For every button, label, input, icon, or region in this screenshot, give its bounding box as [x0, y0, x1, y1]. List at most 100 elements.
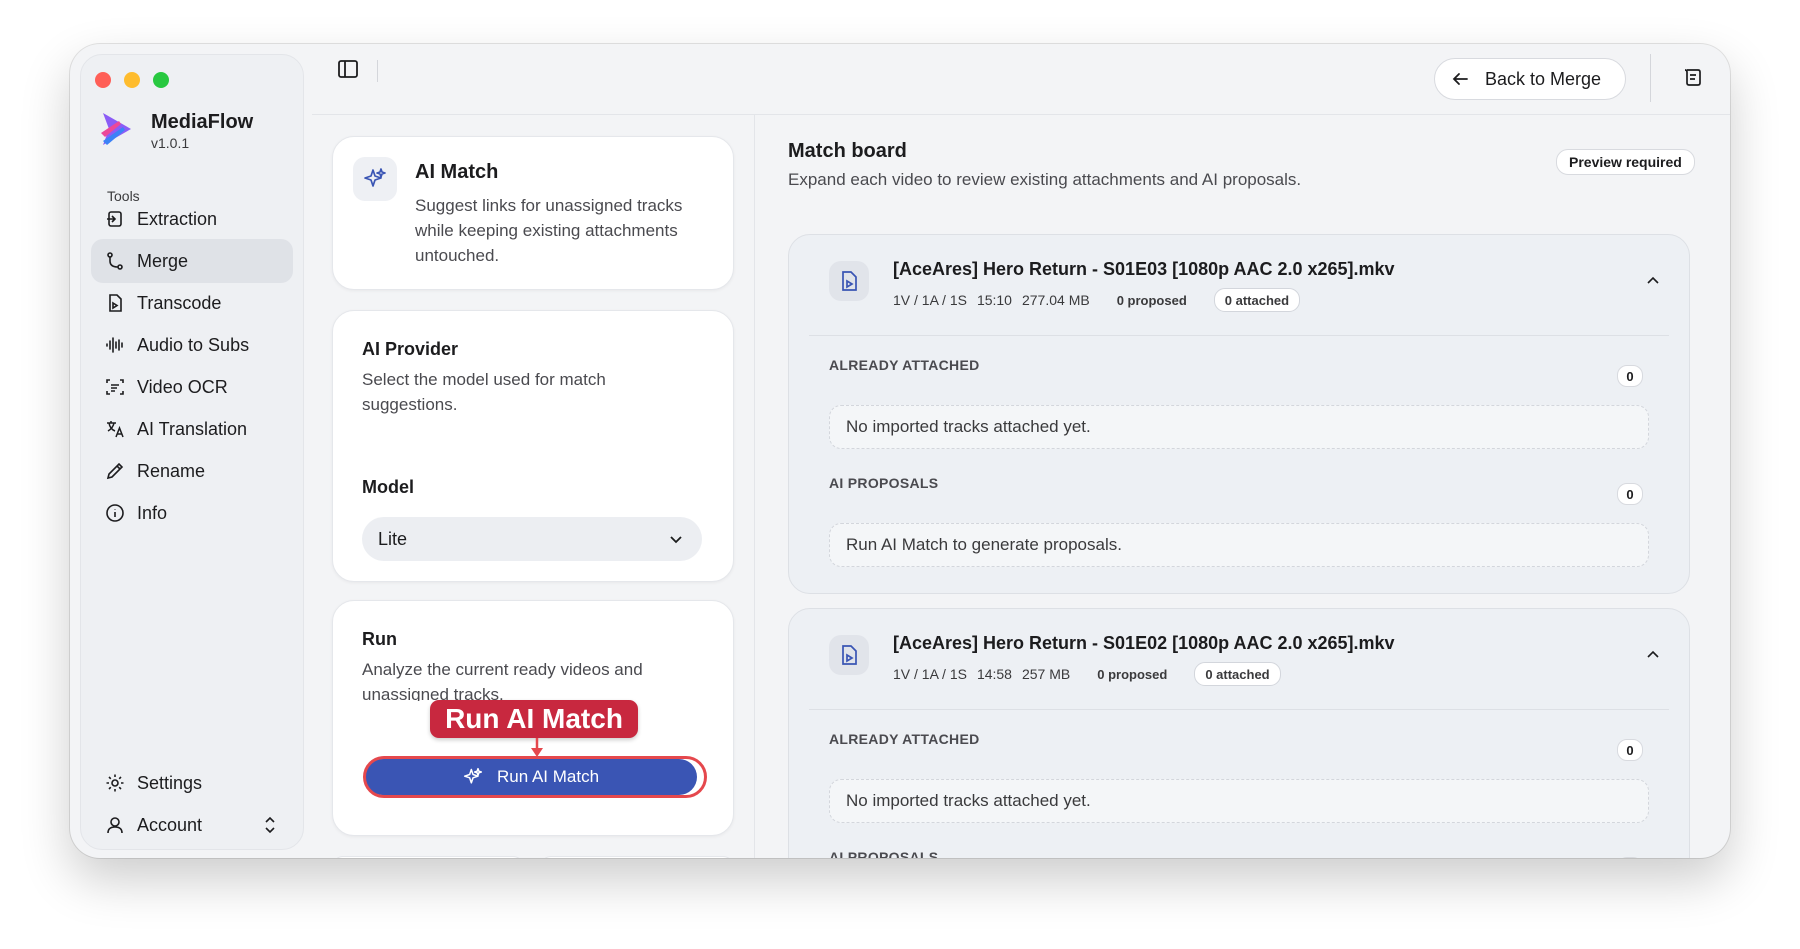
video-filename: [AceAres] Hero Return - S01E03 [1080p AA…: [893, 259, 1395, 279]
callout-label: Run AI Match: [430, 700, 638, 738]
card-stub: [332, 856, 524, 858]
sidebar-item-label: Extraction: [137, 208, 218, 229]
sidebar-item-transcode[interactable]: Transcode: [91, 281, 293, 325]
ai-proposals-label: AI PROPOSALS: [829, 475, 939, 491]
sidebar-item-label: Settings: [137, 772, 203, 793]
ocr-icon: [105, 377, 125, 397]
model-select[interactable]: Lite: [362, 517, 702, 561]
run-description: Analyze the current ready videos and una…: [362, 660, 643, 701]
header-divider: [312, 114, 1730, 115]
video-card: [AceAres] Hero Return - S01E02 [1080p AA…: [788, 608, 1690, 858]
run-button-label: Run AI Match: [496, 767, 600, 786]
ai-proposals-label: AI PROPOSALS: [829, 849, 939, 858]
sidebar-item-label: Account: [137, 814, 203, 835]
sidebar-toggle-icon[interactable]: [336, 58, 360, 80]
attached-empty-state: No imported tracks attached yet.: [829, 405, 1649, 449]
panel-divider: [754, 114, 755, 858]
ai-match-card: AI Match Suggest links for unassigned tr…: [332, 136, 734, 290]
arrow-left-icon: [1452, 73, 1468, 85]
already-attached-label: ALREADY ATTACHED: [829, 357, 980, 373]
ai-provider-title: AI Provider: [362, 339, 459, 359]
sidebar-item-merge[interactable]: Merge: [91, 239, 293, 283]
sidebar-item-label: Audio to Subs: [137, 334, 250, 355]
video-card: [AceAres] Hero Return - S01E03 [1080p AA…: [788, 234, 1690, 594]
video-card-divider: [809, 709, 1669, 710]
video-tracks: 1V / 1A / 1S: [893, 292, 967, 308]
sidebar-item-settings[interactable]: Settings: [91, 761, 293, 805]
proposals-count-badge: 0: [1617, 483, 1643, 505]
gear-icon: [105, 773, 125, 793]
sidebar: MediaFlow v1.0.1 Tools Extraction Merge …: [80, 54, 304, 850]
log-scroll-icon[interactable]: [1682, 66, 1704, 88]
proposals-empty-state: Run AI Match to generate proposals.: [829, 523, 1649, 567]
attached-badge: 0 attached: [1194, 662, 1281, 686]
sidebar-item-ai-translation[interactable]: AI Translation: [91, 407, 293, 451]
video-card-divider: [809, 335, 1669, 336]
sidebar-item-rename[interactable]: Rename: [91, 449, 293, 493]
run-ai-match-button[interactable]: Run AI Match: [365, 759, 697, 795]
sidebar-item-label: Transcode: [137, 292, 222, 313]
chevron-down-icon: [670, 536, 682, 544]
sidebar-item-label: Video OCR: [137, 376, 228, 397]
back-to-merge-button[interactable]: Back to Merge: [1434, 58, 1626, 100]
match-board-description: Expand each video to review existing att…: [788, 170, 1302, 189]
info-icon: [105, 503, 125, 523]
zoom-window-button[interactable]: [153, 72, 169, 88]
user-icon: [105, 815, 125, 835]
sidebar-item-account[interactable]: Account: [91, 803, 293, 847]
topbar-divider: [377, 60, 378, 82]
sidebar-item-label: AI Translation: [137, 418, 248, 439]
close-window-button[interactable]: [95, 72, 111, 88]
extraction-icon: [105, 209, 125, 229]
video-size: 277.04 MB: [1021, 292, 1090, 308]
callout-arrow-icon: [531, 738, 543, 757]
video-tracks: 1V / 1A / 1S: [893, 666, 967, 682]
ai-provider-description: Select the model used for match suggesti…: [362, 370, 606, 414]
empty-state-text: No imported tracks attached yet.: [846, 417, 1091, 436]
card-stub: [540, 856, 734, 858]
app-window: MediaFlow v1.0.1 Tools Extraction Merge …: [70, 44, 1730, 858]
empty-state-text: Run AI Match to generate proposals.: [846, 535, 1122, 554]
sparkles-icon: [463, 767, 483, 784]
app-name: MediaFlow: [151, 111, 254, 133]
model-label: Model: [362, 477, 414, 497]
proposed-badge: 0 proposed: [1116, 292, 1187, 308]
sidebar-item-extraction[interactable]: Extraction: [91, 197, 293, 241]
run-title: Run: [362, 629, 397, 649]
match-board-title: Match board: [788, 140, 907, 162]
empty-state-text: No imported tracks attached yet.: [846, 791, 1091, 810]
sidebar-item-video-ocr[interactable]: Video OCR: [91, 365, 293, 409]
mediaflow-logo-icon: [101, 113, 131, 145]
proposals-count-badge: 0: [1617, 857, 1643, 858]
ai-match-title: AI Match: [415, 161, 499, 183]
video-size: 257 MB: [1021, 666, 1071, 682]
video-file-icon: [829, 635, 869, 675]
video-duration: 14:58: [976, 666, 1012, 682]
sidebar-item-info[interactable]: Info: [91, 491, 293, 535]
video-meta: 1V / 1A / 1S 14:58 257 MB 0 proposed 0 a…: [893, 662, 1291, 686]
topbar-divider: [1650, 54, 1651, 102]
sidebar-item-label: Info: [137, 502, 168, 523]
chevron-up-icon[interactable]: [1645, 647, 1661, 663]
chevrons-up-down-icon: [265, 816, 275, 834]
video-file-icon: [829, 261, 869, 301]
minimize-window-button[interactable]: [124, 72, 140, 88]
attached-empty-state: No imported tracks attached yet.: [829, 779, 1649, 823]
ai-match-description: Suggest links for unassigned tracks whil…: [415, 196, 683, 265]
translate-icon: [105, 419, 125, 439]
sidebar-item-audio-to-subs[interactable]: Audio to Subs: [91, 323, 293, 367]
transcode-icon: [105, 293, 125, 313]
sidebar-item-label: Rename: [137, 460, 206, 481]
model-select-value: Lite: [378, 528, 408, 549]
sidebar-item-label: Merge: [137, 250, 189, 271]
video-filename: [AceAres] Hero Return - S01E02 [1080p AA…: [893, 633, 1395, 653]
attached-count-badge: 0: [1617, 365, 1643, 387]
app-version: v1.0.1: [151, 135, 190, 151]
sparkles-icon: [353, 157, 397, 201]
status-badge: Preview required: [1556, 149, 1695, 175]
back-button-label: Back to Merge: [1485, 68, 1602, 89]
chevron-up-icon[interactable]: [1645, 273, 1661, 289]
video-duration: 15:10: [976, 292, 1012, 308]
audio-wave-icon: [105, 335, 125, 355]
attached-count-badge: 0: [1617, 739, 1643, 761]
